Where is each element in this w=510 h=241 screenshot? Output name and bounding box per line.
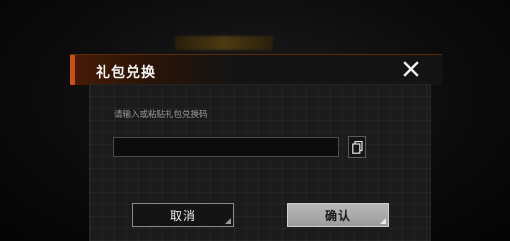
game-screen: 礼包兑换 请输入或粘贴礼包兑换码 取消 确认 (0, 0, 510, 241)
confirm-button[interactable]: 确认 (287, 203, 389, 227)
gift-code-input[interactable] (113, 137, 339, 157)
button-corner-mark (225, 218, 231, 224)
button-corner-mark (380, 218, 386, 224)
confirm-button-label: 确认 (324, 208, 351, 223)
code-prompt-label: 请输入或粘贴礼包兑换码 (114, 110, 208, 120)
paste-button[interactable] (348, 136, 366, 158)
cancel-button[interactable]: 取消 (132, 203, 234, 227)
cancel-button-label: 取消 (169, 208, 196, 223)
clipboard-icon (352, 141, 363, 154)
background-banner-glow (175, 36, 273, 50)
